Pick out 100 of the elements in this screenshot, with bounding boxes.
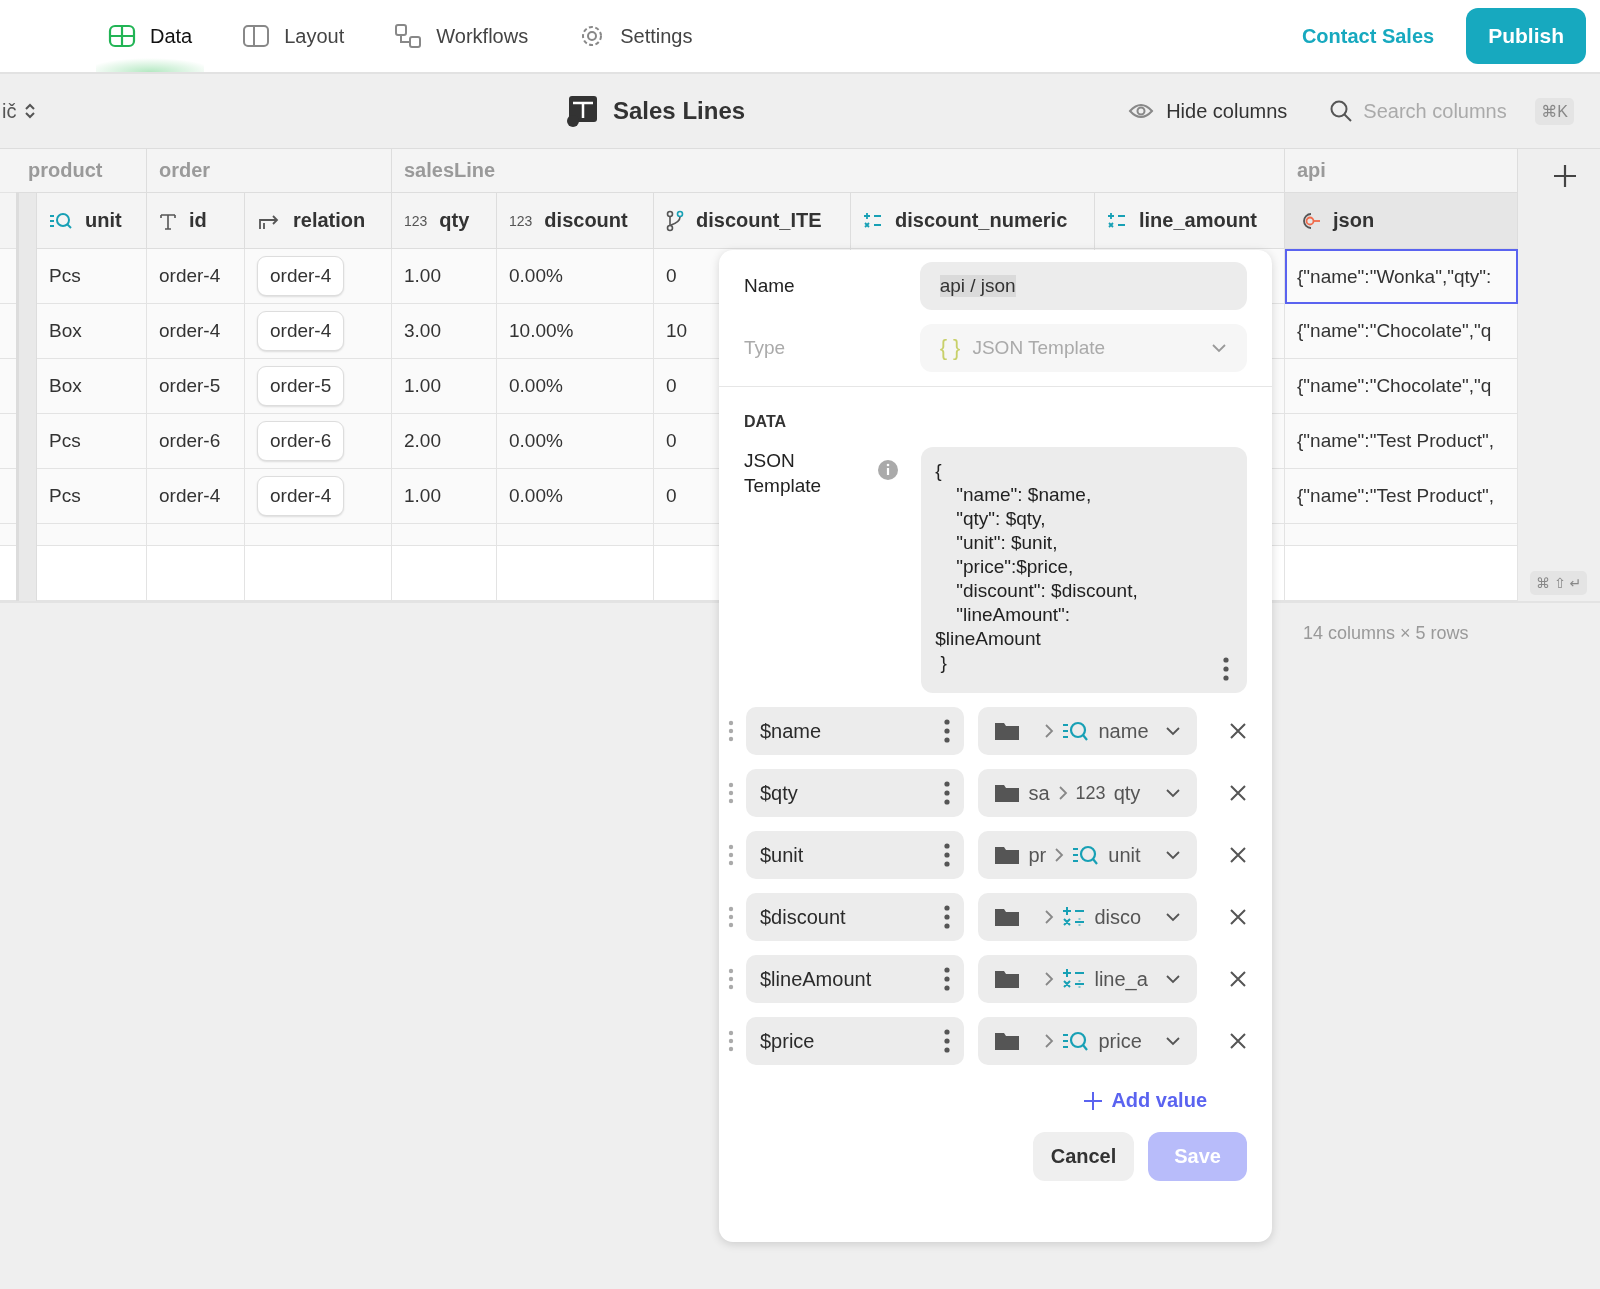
group-header: api [1297,159,1326,182]
shortcut-hint: ⌘ ⇧ ↵ [1530,571,1588,595]
chevron-icon [1165,912,1181,922]
source-dropdown[interactable]: disco [978,893,1197,941]
table-cell[interactable]: {"name":"Wonka","qty": [1285,249,1518,304]
nav-tab[interactable]: Workflows [382,0,541,72]
table-cell: Box [49,375,82,397]
add-column-icon[interactable] [1552,163,1578,189]
close-icon[interactable] [1229,846,1247,864]
sort-icon[interactable] [24,102,37,120]
table-cell: 0 [666,265,677,287]
eye-icon [1128,102,1155,120]
cancel-button[interactable]: Cancel [1032,1132,1135,1181]
table-cell: 10 [666,320,688,342]
close-icon[interactable] [1229,1032,1247,1050]
search-field[interactable]: Search columns [1363,99,1526,123]
chevron-icon [1165,726,1181,736]
drag-handle-icon[interactable] [728,844,734,866]
grid-icon [108,24,136,48]
table-cell: 1.00 [404,265,441,287]
add-value-link[interactable]: Add value [1083,1089,1207,1112]
chevron-icon [1165,850,1181,860]
variable-field[interactable]: $lineAmount [746,955,965,1003]
variable-field[interactable]: $discount [746,893,965,941]
branch-icon [666,209,684,232]
drag-handle-icon[interactable] [728,782,734,804]
table-cell: Pcs [49,485,81,507]
more-icon[interactable] [944,1029,951,1053]
table-cell: 10.00% [509,320,574,342]
variable-field[interactable]: $price [746,1017,965,1065]
variable-field[interactable]: $qty [746,769,965,817]
more-icon[interactable] [944,967,951,991]
more-icon[interactable] [944,781,951,805]
table-cell: Pcs [49,430,81,452]
more-icon[interactable] [944,905,951,929]
chevron-icon [1211,343,1227,353]
drag-handle-icon[interactable] [728,968,734,990]
source-dropdown[interactable]: price [978,1017,1197,1065]
table-cell: order-4 [159,320,221,342]
table-cell: 0.00% [509,375,563,397]
table-cell: 0.00% [509,430,563,452]
table-cell: 0 [666,430,677,452]
field-label: Name [744,275,796,297]
lookup-icon [1072,844,1101,866]
folder-icon [994,845,1021,865]
relation-chip[interactable]: order-6 [257,421,345,461]
source-dropdown[interactable]: name [978,707,1197,755]
math-icon [1062,968,1087,990]
chevron-right-icon [1044,723,1055,739]
template-field[interactable]: { "name": $name, "qty": $qty, "unit": $unit, "price":$price, "discount": $discount, "lineAmount": $lineAmount } [921,447,1247,693]
table-cell: Pcs [49,265,81,287]
table-cell: 2.00 [404,430,441,452]
hide-columns-button[interactable]: Hide columns [1128,99,1288,123]
table-cell: 0.00% [509,265,563,287]
close-icon[interactable] [1229,784,1247,802]
nav-tab[interactable]: Layout [230,0,357,72]
variable-field[interactable]: $unit [746,831,965,879]
table-cell: 0 [666,485,677,507]
nav-tab[interactable]: Settings [566,0,705,72]
close-icon[interactable] [1229,970,1247,988]
chevron-icon [1165,974,1181,984]
chevron-right-icon [1057,785,1068,801]
table-cell: 3.00 [404,320,441,342]
shortcut-hint: ⌘K [1535,97,1574,125]
drag-handle-icon[interactable] [728,1030,734,1052]
table-cell: order-4 [159,265,221,287]
relation-chip[interactable]: order-4 [257,476,345,516]
math-icon [1062,906,1087,928]
relation-chip[interactable]: order-5 [257,366,345,406]
table-title: Sales Lines [613,97,746,125]
source-dropdown[interactable]: pr unit [978,831,1197,879]
lookup-icon [1062,720,1091,742]
close-icon[interactable] [1229,722,1247,740]
drag-handle-icon[interactable] [728,720,734,742]
field-label: Type [744,337,787,359]
close-icon[interactable] [1229,908,1247,926]
folder-icon [994,783,1021,803]
table-cell: Box [49,320,82,342]
relation-chip[interactable]: order-4 [257,256,345,296]
name-field[interactable]: api / json [919,262,1247,310]
source-dropdown[interactable]: line_a [978,955,1197,1003]
chevron-right-icon [1044,1033,1055,1049]
more-icon[interactable] [944,843,951,867]
view-name[interactable]: ič [2,99,17,123]
more-icon[interactable] [1223,657,1229,681]
folder-icon [994,1031,1021,1051]
table-cell: 1.00 [404,485,441,507]
source-dropdown[interactable]: sa 123 qty [978,769,1197,817]
more-icon[interactable] [944,719,951,743]
drag-handle-icon[interactable] [728,906,734,928]
text-type-icon [159,211,177,230]
group-header: salesLine [404,159,496,182]
relation-chip[interactable]: order-4 [257,311,345,351]
table-icon [565,94,599,128]
table-cell: 1.00 [404,375,441,397]
folder-icon [994,969,1021,989]
column-header[interactable]: json [1285,193,1518,249]
variable-field[interactable]: $name [746,707,965,755]
lookup-icon [1062,1030,1091,1052]
plus-icon [1083,1090,1104,1111]
